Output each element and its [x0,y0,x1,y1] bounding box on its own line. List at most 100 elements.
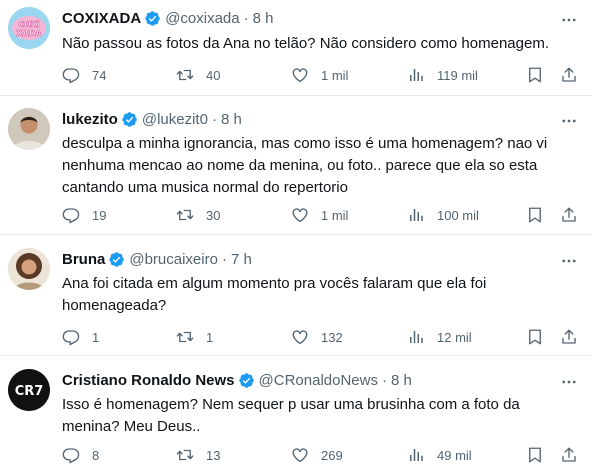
like-button[interactable]: 132 [291,327,343,347]
tweet-actions: 1 1 132 12 mil [62,327,586,347]
views-icon [407,328,425,346]
share-icon [560,206,578,224]
reply-count: 19 [92,207,107,223]
avatar[interactable]: COXI XADA [8,7,50,49]
share-icon [560,328,578,346]
tweet[interactable]: Bruna @brucaixeiro · 7 h Ana foi citada … [0,235,592,356]
retweet-count: 40 [206,67,221,83]
more-options-icon[interactable] [560,112,578,130]
tweet[interactable]: CR7 Cristiano Ronaldo News @CRonaldoNews… [0,356,592,474]
tweet-header: Bruna @brucaixeiro · 7 h [62,251,252,268]
retweet-button[interactable]: 13 [176,445,220,465]
bookmark-button[interactable] [526,65,544,85]
like-count: 132 [321,329,343,345]
handle[interactable]: @coxixada [165,10,239,27]
share-button[interactable] [560,65,578,85]
bookmark-icon [526,328,544,346]
like-count: 269 [321,447,343,463]
bookmark-button[interactable] [526,445,544,465]
tweet-header: Cristiano Ronaldo News @CRonaldoNews · 8… [62,372,412,389]
reply-icon [62,66,80,84]
separator-dot: · [243,10,249,27]
retweet-icon [176,446,194,464]
views-button[interactable]: 49 mil [407,445,472,465]
tweet[interactable]: COXI XADA COXIXADA @coxixada · 8 h Não p… [0,0,592,96]
reply-icon [62,206,80,224]
share-button[interactable] [560,445,578,465]
reply-button[interactable]: 19 [62,205,106,225]
tweet-text: Não passou as fotos da Ana no telão? Não… [62,35,549,52]
timestamp[interactable]: 8 h [253,10,274,27]
view-count: 100 mil [437,207,479,223]
handle[interactable]: @lukezit0 [142,111,208,128]
like-button[interactable]: 269 [291,445,343,465]
svg-text:XADA: XADA [16,29,42,38]
share-icon [560,66,578,84]
tweet-actions: 19 30 1 mil 100 mil [62,205,586,225]
share-button[interactable] [560,327,578,347]
timestamp[interactable]: 8 h [221,111,242,128]
timestamp[interactable]: 8 h [391,372,412,389]
verified-badge-icon [144,10,161,27]
tweet-actions: 8 13 269 49 mil [62,445,586,465]
retweet-button[interactable]: 40 [176,65,220,85]
retweet-count: 30 [206,207,221,223]
separator-dot: · [221,251,227,268]
like-count: 1 mil [321,67,349,83]
like-icon [291,328,309,346]
share-icon [560,446,578,464]
handle[interactable]: @CRonaldoNews [259,372,378,389]
views-icon [407,206,425,224]
like-count: 1 mil [321,207,349,223]
reply-count: 8 [92,447,100,463]
more-options-icon[interactable] [560,373,578,391]
retweet-icon [176,66,194,84]
like-button[interactable]: 1 mil [291,205,348,225]
svg-text:COXI: COXI [18,20,40,29]
avatar[interactable] [8,248,50,290]
retweet-icon [176,328,194,346]
reply-count: 1 [92,329,100,345]
views-button[interactable]: 119 mil [407,65,478,85]
display-name[interactable]: Cristiano Ronaldo News [62,372,235,389]
tweet-actions: 74 40 1 mil 119 mil [62,65,586,85]
share-button[interactable] [560,205,578,225]
bookmark-button[interactable] [526,205,544,225]
reply-button[interactable]: 1 [62,327,99,347]
retweet-button[interactable]: 30 [176,205,220,225]
timestamp[interactable]: 7 h [231,251,252,268]
cr7-logo: CR7 [8,369,50,411]
bookmark-button[interactable] [526,327,544,347]
handle[interactable]: @brucaixeiro [129,251,218,268]
view-count: 49 mil [437,447,472,463]
more-options-icon[interactable] [560,252,578,270]
tweet-text: desculpa a minha ignorancia, mas como is… [62,135,548,196]
views-button[interactable]: 12 mil [407,327,472,347]
display-name[interactable]: COXIXADA [62,10,141,27]
reply-count: 74 [92,67,107,83]
reply-icon [62,328,80,346]
avatar[interactable] [8,108,50,150]
views-icon [407,66,425,84]
verified-badge-icon [108,251,125,268]
display-name[interactable]: lukezito [62,111,118,128]
views-icon [407,446,425,464]
bookmark-icon [526,446,544,464]
tweet-text: Ana foi citada em algum momento pra você… [62,275,487,314]
like-button[interactable]: 1 mil [291,65,348,85]
view-count: 12 mil [437,329,472,345]
views-button[interactable]: 100 mil [407,205,479,225]
display-name[interactable]: Bruna [62,251,105,268]
like-icon [291,446,309,464]
svg-text:CR7: CR7 [15,384,44,399]
tweet-text: Isso é homenagem? Nem sequer p usar uma … [62,396,520,435]
retweet-button[interactable]: 1 [176,327,213,347]
like-icon [291,206,309,224]
bookmark-icon [526,206,544,224]
more-options-icon[interactable] [560,11,578,29]
reply-button[interactable]: 8 [62,445,99,465]
avatar[interactable]: CR7 [8,369,50,411]
reply-button[interactable]: 74 [62,65,106,85]
tweet[interactable]: lukezito @lukezit0 · 8 h desculpa a minh… [0,96,592,235]
verified-badge-icon [238,372,255,389]
